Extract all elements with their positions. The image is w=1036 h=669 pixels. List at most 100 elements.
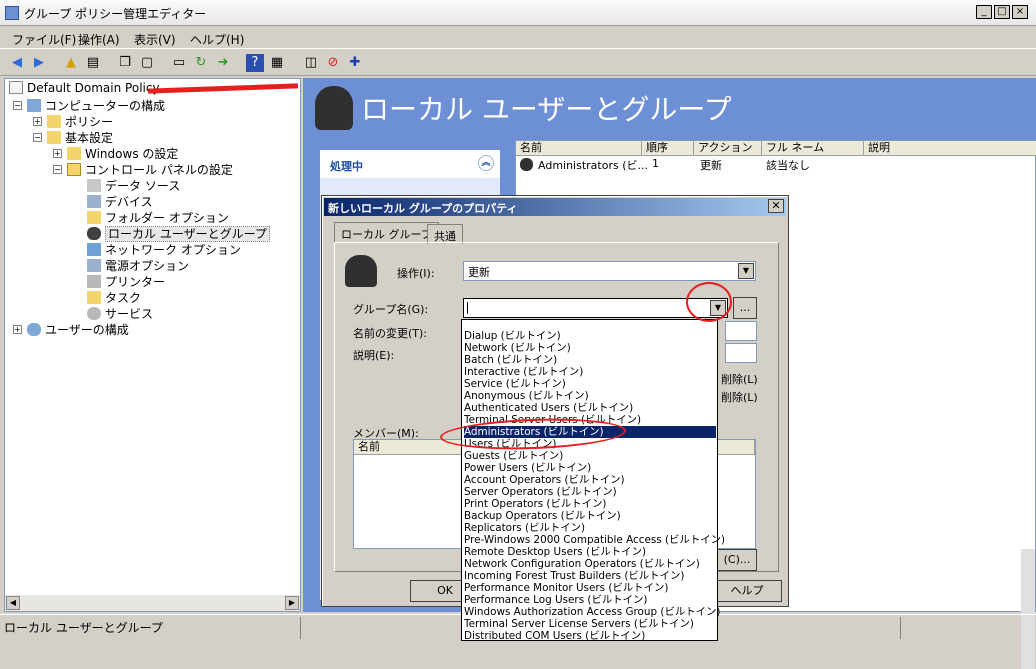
print-icon[interactable]: ▭ (170, 54, 188, 72)
collapse-toggle[interactable]: − (13, 101, 22, 110)
tree-tasks[interactable]: タスク (87, 289, 141, 306)
tree-policy[interactable]: ポリシー (47, 113, 113, 130)
scroll-left-icon[interactable]: ◀ (6, 596, 20, 610)
dropdown-item[interactable]: Anonymous (ビルトイン) (464, 390, 716, 402)
help-icon[interactable]: ? (246, 54, 264, 72)
tree-windows-settings[interactable]: Windows の設定 (67, 145, 178, 162)
tree-label: 電源オプション (105, 259, 190, 273)
add-icon[interactable]: ✚ (346, 54, 364, 72)
vertical-scrollbar[interactable] (1021, 549, 1035, 669)
refresh-icon[interactable]: ↻ (192, 54, 210, 72)
tree-printers[interactable]: プリンター (87, 273, 165, 290)
dropdown-item[interactable]: Windows Authorization Access Group (ビルトイ… (464, 606, 720, 618)
collapse-toggle[interactable]: − (53, 165, 62, 174)
description-field[interactable] (725, 343, 757, 363)
delete-option-2[interactable]: 削除(L) (721, 389, 758, 405)
page-title: ローカル ユーザーとグループ (361, 93, 732, 126)
users-group-large-icon (315, 86, 353, 130)
dropdown-item[interactable]: Power Users (ビルトイン) (464, 462, 716, 474)
dropdown-item[interactable]: Service (ビルトイン) (464, 378, 716, 390)
group-name-dropdown-list[interactable]: Dialup (ビルトイン) Network (ビルトイン) Batch (ビルトイ… (461, 319, 725, 642)
row-name[interactable]: Administrators (ビ... (538, 157, 648, 173)
dropdown-item[interactable]: Remote Desktop Users (ビルトイン) (464, 546, 716, 558)
dropdown-item[interactable]: Network (ビルトイン) (464, 342, 716, 354)
dropdown-item[interactable]: Interactive (ビルトイン) (464, 366, 716, 378)
menu-action[interactable]: 操作(A) (78, 31, 120, 48)
remove-button[interactable]: (C)... (717, 549, 757, 571)
dropdown-item[interactable]: Performance Monitor Users (ビルトイン) (464, 582, 716, 594)
tab-local-group[interactable]: ローカル グループ (334, 222, 439, 243)
forward-icon[interactable]: ▶ (30, 54, 48, 72)
dropdown-item[interactable]: Performance Log Users (ビルトイン) (464, 594, 716, 606)
tree-control-panel[interactable]: コントロール パネルの設定 (67, 161, 233, 178)
show-hide-tree-icon[interactable]: ▤ (84, 54, 102, 72)
dialog-close-icon[interactable]: ✕ (768, 199, 784, 213)
tab-common[interactable]: 共通 (427, 224, 463, 244)
back-icon[interactable]: ◀ (8, 54, 26, 72)
tree-label-selected: ローカル ユーザーとグループ (105, 226, 270, 242)
help-button[interactable]: ヘルプ (712, 580, 782, 602)
collapse-toggle[interactable]: − (33, 133, 42, 142)
copy-icon[interactable]: ❐ (116, 54, 134, 72)
tree-preferences[interactable]: 基本設定 (47, 129, 113, 146)
action-select[interactable]: 更新 ▼ (463, 261, 756, 281)
tree-data-sources[interactable]: データ ソース (87, 177, 180, 194)
scroll-right-icon[interactable]: ▶ (285, 596, 299, 610)
tree-services[interactable]: サービス (87, 305, 153, 322)
dropdown-item[interactable]: Replicators (ビルトイン) (464, 522, 716, 534)
dropdown-item[interactable]: Authenticated Users (ビルトイン) (464, 402, 716, 414)
folder-icon (47, 115, 61, 128)
dropdown-item[interactable]: Distributed COM Users (ビルトイン) (464, 630, 716, 642)
tree-computer-config[interactable]: コンピューターの構成 (27, 97, 165, 114)
tree-label: 基本設定 (65, 131, 114, 145)
column-header-order[interactable]: 順序 (642, 141, 694, 156)
dropdown-item[interactable]: Terminal Server License Servers (ビルトイン) (464, 618, 716, 630)
tree-power-options[interactable]: 電源オプション (87, 257, 189, 274)
collapse-chevron-icon[interactable]: ︽ (478, 155, 494, 171)
tree-user-config[interactable]: ユーザーの構成 (27, 321, 129, 338)
menu-help[interactable]: ヘルプ(H) (190, 31, 244, 48)
tree-root[interactable]: Default Domain Policy (9, 81, 160, 95)
dropdown-item[interactable]: Print Operators (ビルトイン) (464, 498, 716, 510)
paste-icon[interactable]: ▢ (138, 54, 156, 72)
expand-toggle[interactable]: + (33, 117, 42, 126)
delete-option-1[interactable]: 削除(L) (721, 371, 758, 387)
menu-file[interactable]: ファイル(F) (12, 31, 76, 48)
dropdown-arrow-icon[interactable]: ▼ (738, 263, 754, 279)
column-header-action[interactable]: アクション (694, 141, 762, 156)
column-header-description[interactable]: 説明 (864, 141, 1036, 156)
dropdown-item[interactable]: Guests (ビルトイン) (464, 450, 716, 462)
tree-local-users[interactable]: ローカル ユーザーとグループ (87, 225, 270, 242)
stop-icon[interactable]: ⊘ (324, 54, 342, 72)
tree-devices[interactable]: デバイス (87, 193, 153, 210)
dropdown-item[interactable]: Pre-Windows 2000 Compatible Access (ビルトイ… (464, 534, 725, 546)
menu-view[interactable]: 表示(V) (134, 31, 176, 48)
network-icon (87, 243, 101, 256)
close-button[interactable]: × (1012, 5, 1028, 19)
expand-toggle[interactable]: + (13, 325, 22, 334)
dropdown-item[interactable]: Backup Operators (ビルトイン) (464, 510, 716, 522)
tree-folder-options[interactable]: フォルダー オプション (87, 209, 229, 226)
dropdown-item[interactable]: Network Configuration Operators (ビルトイン) (464, 558, 716, 570)
dropdown-item[interactable]: Dialup (ビルトイン) (464, 330, 716, 342)
column-header-fullname[interactable]: フル ネーム (762, 141, 864, 156)
dropdown-item[interactable]: Incoming Forest Trust Builders (ビルトイン) (464, 570, 716, 582)
properties-icon[interactable]: ▦ (268, 54, 286, 72)
browse-button[interactable]: ... (733, 297, 757, 319)
up-folder-icon[interactable]: ▲ (62, 54, 80, 72)
tree-label: フォルダー オプション (105, 211, 229, 225)
dropdown-item[interactable]: Batch (ビルトイン) (464, 354, 716, 366)
export-icon[interactable]: ➜ (214, 54, 232, 72)
column-header-name[interactable]: 名前 (516, 141, 642, 156)
dropdown-item[interactable]: Account Operators (ビルトイン) (464, 474, 716, 486)
maximize-button[interactable]: □ (994, 5, 1010, 19)
horizontal-scrollbar[interactable]: ◀ ▶ (5, 595, 300, 611)
task-pane-header[interactable]: 処理中 ︽ (320, 150, 500, 178)
rename-field[interactable] (725, 321, 757, 341)
dropdown-item[interactable]: Server Operators (ビルトイン) (464, 486, 716, 498)
new-item-icon[interactable]: ◫ (302, 54, 320, 72)
rename-label: 名前の変更(T): (353, 327, 428, 340)
expand-toggle[interactable]: + (53, 149, 62, 158)
tree-network-options[interactable]: ネットワーク オプション (87, 241, 241, 258)
minimize-button[interactable]: _ (976, 5, 992, 19)
